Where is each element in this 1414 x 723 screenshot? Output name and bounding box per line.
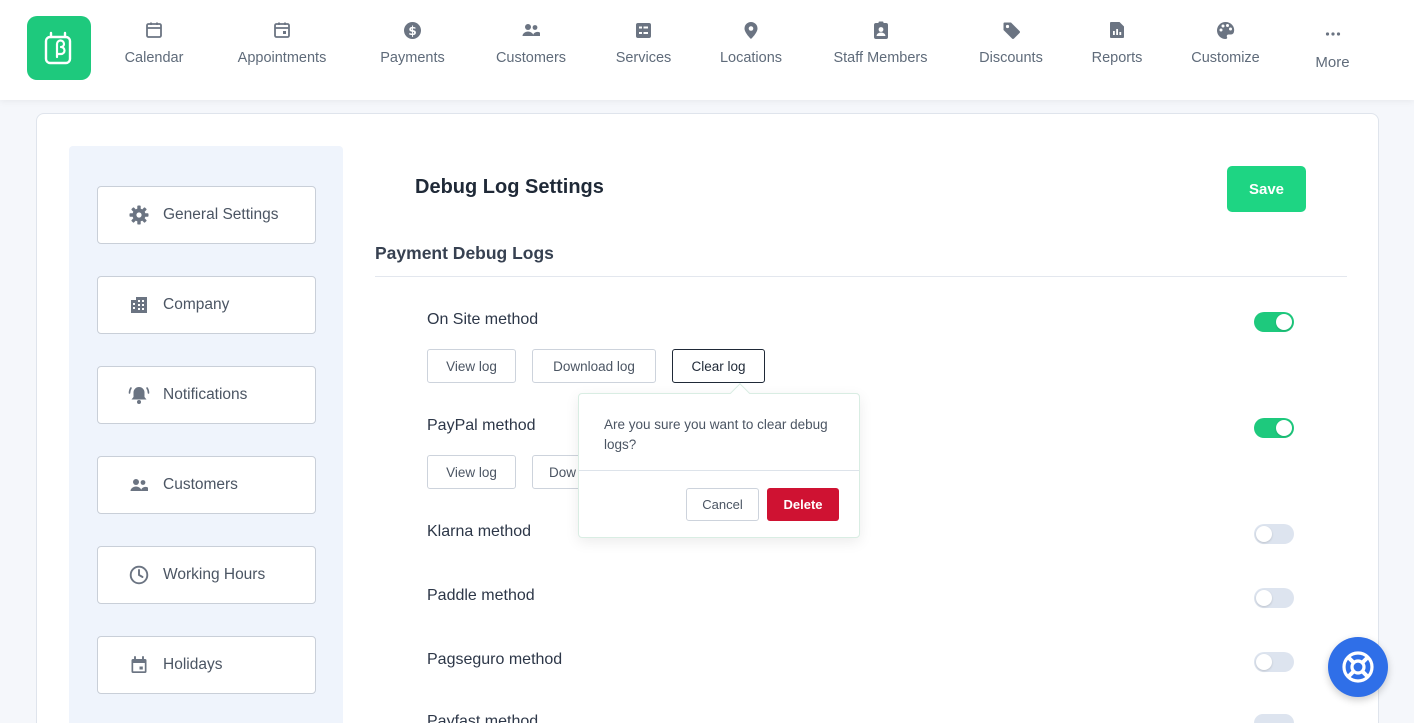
popover-divider (579, 470, 859, 471)
nav-label: Appointments (237, 50, 327, 66)
nav-more[interactable]: More (1313, 0, 1352, 100)
toggle-paddle[interactable] (1254, 588, 1294, 608)
nav-locations[interactable]: Locations (717, 0, 785, 100)
nav-discounts[interactable]: Discounts (976, 0, 1046, 100)
app-logo[interactable] (27, 16, 91, 80)
sidebar-item-label: Notifications (163, 386, 248, 403)
method-label-pagseguro: Pagseguro method (427, 651, 563, 668)
method-label-paypal: PayPal method (427, 417, 536, 434)
clear-log-button[interactable]: Clear log (672, 349, 765, 383)
nav-reports[interactable]: Reports (1090, 0, 1144, 100)
top-navigation-bar: Calendar Appointments $ Payments Custome… (0, 0, 1414, 100)
nav-services[interactable]: Services (614, 0, 673, 100)
users-icon (521, 20, 541, 40)
id-badge-icon (871, 20, 891, 40)
method-label-paddle: Paddle method (427, 587, 535, 604)
palette-icon (1216, 20, 1236, 40)
toggle-knob (1256, 654, 1272, 670)
report-icon (1107, 20, 1127, 40)
sidebar-item-label: Customers (163, 476, 238, 493)
nav-label: Services (615, 50, 672, 66)
sidebar-item-customers[interactable]: Customers (97, 456, 316, 514)
method-label-on-site: On Site method (427, 311, 539, 328)
nav-label: Calendar (124, 50, 184, 66)
toggle-pagseguro[interactable] (1254, 652, 1294, 672)
view-log-button[interactable]: View log (427, 349, 516, 383)
ellipsis-icon (1323, 20, 1343, 40)
toggle-knob (1256, 590, 1272, 606)
svg-text:$: $ (408, 24, 416, 38)
calendar-check-icon (272, 20, 292, 40)
nav-label: Payments (380, 50, 445, 66)
sidebar-item-label: Company (163, 296, 230, 313)
nav-label: Locations (719, 50, 783, 66)
lifebuoy-icon (1342, 651, 1374, 683)
booking-logo-icon (44, 31, 72, 65)
nav-label: Staff Members (833, 50, 928, 66)
nav-staff-members[interactable]: Staff Members (829, 0, 932, 100)
section-title: Payment Debug Logs (375, 243, 554, 263)
nav-payments[interactable]: $ Payments (377, 0, 448, 100)
clock-icon (128, 564, 150, 586)
sidebar-item-working-hours[interactable]: Working Hours (97, 546, 316, 604)
section-divider (375, 276, 1347, 277)
toggle-on-site[interactable] (1254, 312, 1294, 332)
method-label-klarna: Klarna method (427, 523, 532, 540)
nav-customize[interactable]: Customize (1188, 0, 1263, 100)
clear-log-confirm-popover: Are you sure you want to clear debug log… (578, 393, 860, 538)
nav-label: Reports (1091, 50, 1143, 66)
nav-customers[interactable]: Customers (492, 0, 570, 100)
building-icon (128, 294, 150, 316)
view-log-button[interactable]: View log (427, 455, 516, 489)
dollar-circle-icon: $ (403, 20, 423, 40)
toggle-payfast[interactable] (1254, 714, 1294, 723)
nav-label: More (1315, 54, 1350, 71)
bell-icon (128, 384, 150, 406)
sidebar-item-label: Working Hours (163, 566, 266, 583)
nav-label: Customize (1191, 50, 1260, 66)
sidebar-item-notifications[interactable]: Notifications (97, 366, 316, 424)
sidebar-item-general-settings[interactable]: General Settings (97, 186, 316, 244)
toggle-knob (1276, 420, 1292, 436)
tag-icon (1001, 20, 1021, 40)
map-pin-icon (741, 20, 761, 40)
nav-appointments[interactable]: Appointments (232, 0, 332, 100)
gear-icon (128, 204, 150, 226)
nav-label: Discounts (979, 50, 1043, 66)
cancel-button[interactable]: Cancel (686, 488, 759, 521)
toggle-paypal[interactable] (1254, 418, 1294, 438)
calendar-icon (144, 20, 164, 40)
popover-message: Are you sure you want to clear debug log… (604, 417, 828, 452)
sidebar-item-company[interactable]: Company (97, 276, 316, 334)
users-icon (128, 474, 150, 496)
nav-calendar[interactable]: Calendar (121, 0, 187, 100)
toggle-knob (1276, 314, 1292, 330)
nav-label: Customers (495, 50, 567, 66)
sidebar-item-label: General Settings (163, 206, 279, 223)
list-box-icon (634, 20, 654, 40)
method-label-payfast: Payfast method (427, 713, 539, 723)
toggle-knob (1256, 526, 1272, 542)
toggle-klarna[interactable] (1254, 524, 1294, 544)
calendar-icon (128, 654, 150, 676)
page-title: Debug Log Settings (415, 176, 604, 198)
help-button[interactable] (1328, 637, 1388, 697)
sidebar-item-holidays[interactable]: Holidays (97, 636, 316, 694)
sidebar-item-label: Holidays (163, 656, 223, 673)
delete-button[interactable]: Delete (767, 488, 839, 521)
download-log-button[interactable]: Download log (532, 349, 656, 383)
save-button[interactable]: Save (1227, 166, 1306, 212)
